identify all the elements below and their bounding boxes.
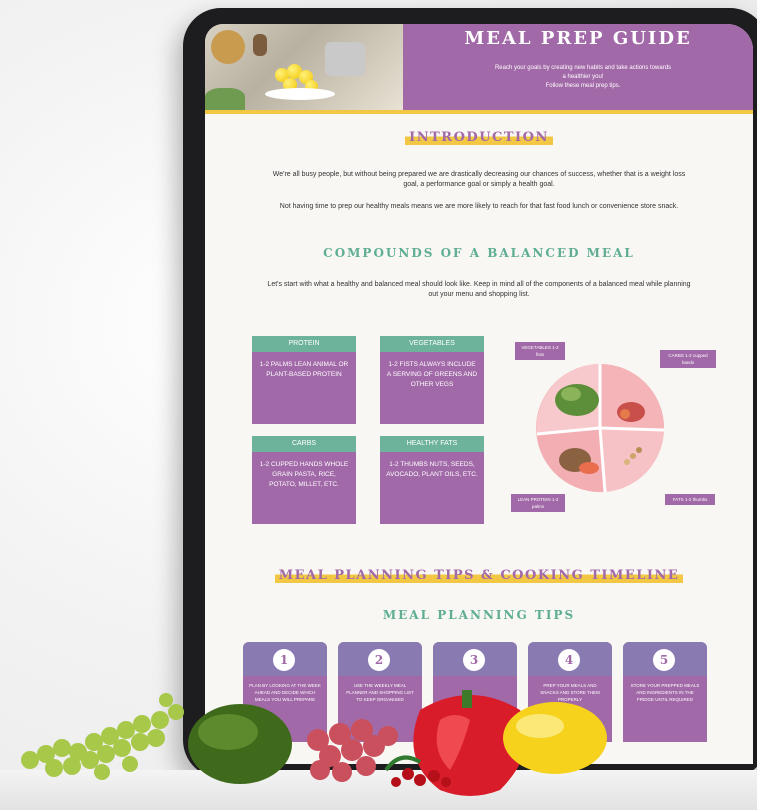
plate-tag-protein: LEAN PROTEIN 1-2 palms (511, 494, 565, 512)
section-heading: MEAL PLANNING TIPS & COOKING TIMELINE (205, 568, 753, 583)
plate-illustration (536, 364, 665, 493)
hero-subtitle: Reach your goals by creating new habits … (433, 64, 733, 91)
subtitle-line: Reach your goals by creating new habits … (494, 65, 672, 71)
planning-heading: MEAL PLANNING TIPS & COOKING TIMELINE (274, 568, 684, 583)
hero-banner: MEAL PREP GUIDE Reach your goals by crea… (403, 24, 753, 110)
plate-tag-veg: VEGETABLES 1-2 fists (515, 342, 565, 360)
tips-subheading: MEAL PLANNING TIPS (382, 608, 576, 622)
card-title: CARBS (252, 436, 356, 452)
tip-number: 1 (273, 649, 295, 671)
tip-number: 5 (653, 649, 675, 671)
tip-number: 4 (558, 649, 580, 671)
card-title: VEGETABLES (380, 336, 484, 352)
tip-text (433, 676, 517, 682)
plate-tag-fats: FATS 1-2 thumbs (665, 494, 715, 505)
card-carbs: CARBS 1-2 CUPPED HANDS WHOLE GRAIN PASTA… (252, 436, 356, 524)
tip-text: STORE YOUR PREPPED MEALS AND INGREDIENTS… (630, 683, 700, 702)
card-title: PROTEIN (252, 336, 356, 352)
intro-paragraph: We're all busy people, but without being… (272, 171, 686, 188)
tip-number: 2 (368, 649, 390, 671)
introduction-heading: INTRODUCTION (405, 130, 553, 145)
card-body: 1-2 FISTS ALWAYS INCLUDE A SERVING OF GR… (380, 352, 484, 424)
card-body: 1-2 PALMS LEAN ANIMAL OR PLANT-BASED PRO… (252, 352, 356, 424)
card-body: 1-2 CUPPED HANDS WHOLE GRAIN PASTA, RICE… (252, 452, 356, 524)
balanced-paragraph: Let's start with what a healthy and bala… (267, 281, 691, 298)
produce-illustration (21, 690, 607, 796)
card-protein: PROTEIN 1-2 PALMS LEAN ANIMAL OR PLANT-B… (252, 336, 356, 424)
card-title: HEALTHY FATS (380, 436, 484, 452)
subtitle-line: Follow these meal prep tips. (545, 83, 621, 89)
guide-page: MEAL PREP GUIDE Reach your goals by crea… (205, 24, 753, 764)
plate-tag-carbs: CARBS 1-2 cupped hands (660, 350, 716, 368)
divider (205, 110, 753, 114)
tip-card: 5 STORE YOUR PREPPED MEALS AND INGREDIEN… (623, 642, 707, 742)
tip-number: 3 (463, 649, 485, 671)
card-healthy-fats: HEALTHY FATS 1-2 THUMBS NUTS, SEEDS, AVO… (380, 436, 484, 524)
section-heading: INTRODUCTION (205, 130, 753, 145)
page-title: MEAL PREP GUIDE (464, 28, 692, 49)
intro-paragraph: Not having time to prep our healthy meal… (279, 203, 679, 210)
card-body: 1-2 THUMBS NUTS, SEEDS, AVOCADO, PLANT O… (380, 452, 484, 524)
card-vegetables: VEGETABLES 1-2 FISTS ALWAYS INCLUDE A SE… (380, 336, 484, 424)
subtitle-line: a healthier you! (562, 74, 604, 80)
balanced-heading: COMPOUNDS OF A BALANCED MEAL (323, 246, 635, 260)
kitchen-photo (205, 24, 403, 110)
